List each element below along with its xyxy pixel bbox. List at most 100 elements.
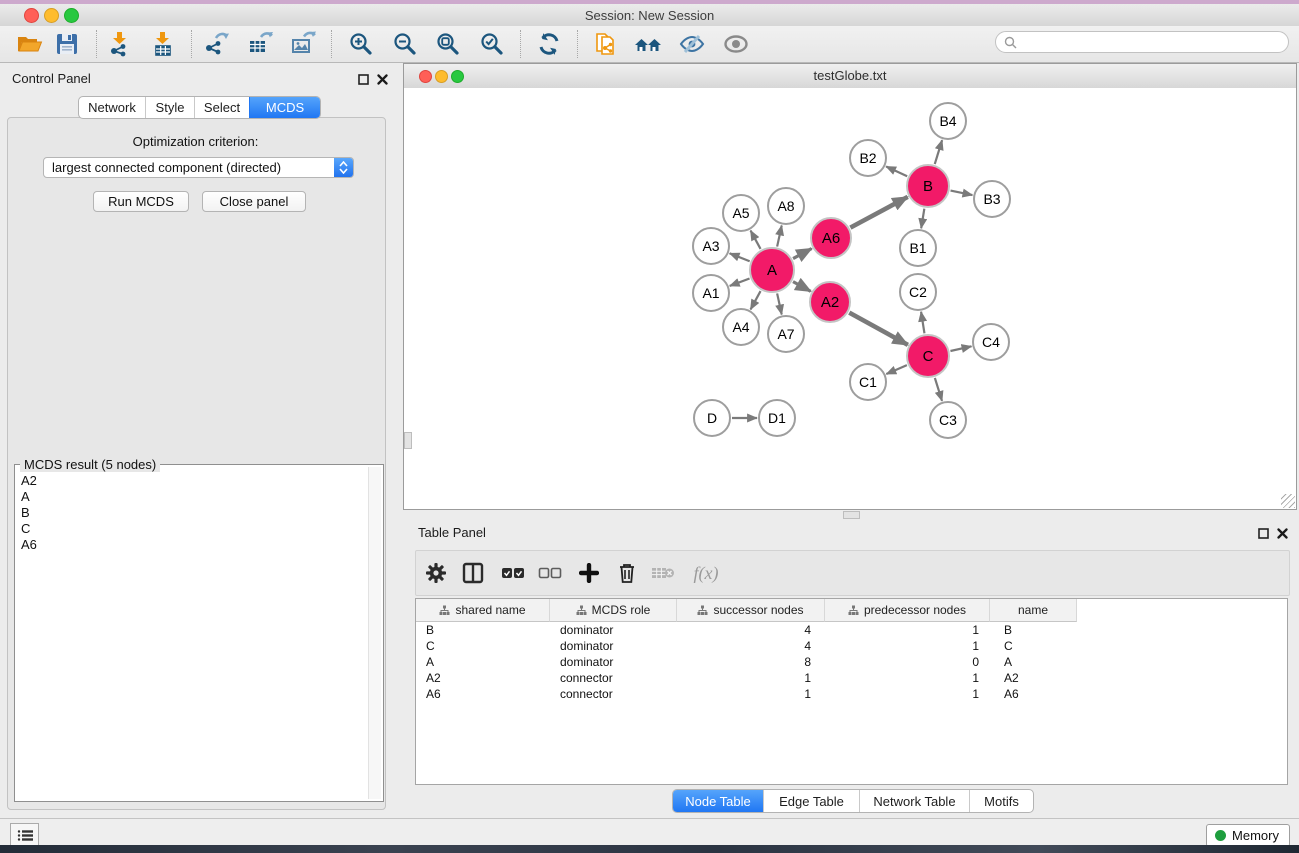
deselect-all-columns-button[interactable] [534,558,566,588]
graph-node-A7[interactable]: A7 [768,316,804,352]
home-layout-button[interactable] [630,29,666,59]
column-header-shared-name[interactable]: shared name [416,599,550,622]
import-table-button[interactable] [145,29,181,59]
zoom-selected-button[interactable] [474,29,510,59]
tab-select[interactable]: Select [194,97,249,118]
graph-node-A3[interactable]: A3 [693,228,729,264]
edge-A-A5[interactable] [751,231,761,249]
graph-node-C3[interactable]: C3 [930,402,966,438]
edge-B-B1[interactable] [921,209,924,229]
graph-node-A4[interactable]: A4 [723,309,759,345]
search-field[interactable] [995,31,1289,53]
tab-mcds[interactable]: MCDS [249,97,320,118]
import-network-button[interactable] [102,29,138,59]
table-row[interactable]: Cdominator41C [416,638,1287,654]
zoom-in-button[interactable] [343,29,379,59]
graph-node-C[interactable]: C [907,335,949,377]
select-all-columns-button[interactable] [497,558,529,588]
edge-B-B4[interactable] [935,140,942,164]
mcds-result-item[interactable]: B [18,505,367,521]
graph-node-A[interactable]: A [750,248,794,292]
edge-A-A4[interactable] [751,291,761,309]
graph-node-A8[interactable]: A8 [768,188,804,224]
new-network-from-file-button[interactable] [589,29,625,59]
add-column-button[interactable] [573,558,605,588]
refresh-view-button[interactable] [531,29,567,59]
edge-C-C3[interactable] [935,378,942,401]
show-task-history-button[interactable] [10,823,39,847]
tab-style[interactable]: Style [145,97,194,118]
network-graph[interactable]: B4 B2 B B3 A5A8A6 A3 B1 A A1 C2 A2 A4A7 C4 C C1 C3 D D1 [404,88,1296,509]
tab-node-table[interactable]: Node Table [673,790,763,812]
close-table-panel-button[interactable] [1275,526,1289,540]
column-header-name[interactable]: name [990,599,1077,622]
memory-status-button[interactable]: Memory [1206,824,1290,847]
graph-node-A2[interactable]: A2 [810,282,850,322]
mcds-result-item[interactable]: A [18,489,367,505]
tab-network[interactable]: Network [79,97,145,118]
save-session-button[interactable] [49,29,85,59]
graph-node-D[interactable]: D [694,400,730,436]
bottom-edge-handle[interactable] [843,511,860,519]
mcds-result-item[interactable]: A2 [18,473,367,489]
edge-A-A6[interactable] [793,248,812,258]
edge-C-C2[interactable] [921,312,924,334]
tab-edge-table[interactable]: Edge Table [763,790,859,812]
search-input[interactable] [1021,34,1288,50]
graph-node-A6[interactable]: A6 [811,218,851,258]
column-header-predecessor-nodes[interactable]: predecessor nodes [825,599,990,622]
export-image-button[interactable] [285,29,321,59]
window-resize-grip[interactable] [1281,494,1295,508]
graph-node-A1[interactable]: A1 [693,275,729,311]
edge-A-A8[interactable] [777,226,782,247]
graph-node-C1[interactable]: C1 [850,364,886,400]
tab-network-table[interactable]: Network Table [859,790,969,812]
graph-node-C4[interactable]: C4 [973,324,1009,360]
graph-node-D1[interactable]: D1 [759,400,795,436]
graph-node-B4[interactable]: B4 [930,103,966,139]
function-builder-button[interactable]: f(x) [684,558,728,588]
hide-graphics-details-button[interactable] [674,29,710,59]
show-panel-button[interactable] [718,29,754,59]
network-window-titlebar[interactable]: testGlobe.txt [404,64,1296,89]
edge-A6-B[interactable] [850,197,907,228]
table-row[interactable]: Bdominator41B [416,622,1287,638]
edge-A-A3[interactable] [730,253,750,261]
delete-column-button[interactable] [611,558,643,588]
table-row[interactable]: Adominator80A [416,654,1287,670]
export-network-button[interactable] [198,29,234,59]
edge-A-A1[interactable] [730,278,750,285]
open-session-button[interactable] [11,29,47,59]
table-settings-button[interactable] [420,558,452,588]
run-mcds-button[interactable]: Run MCDS [93,191,189,212]
mcds-result-item[interactable]: A6 [18,537,367,553]
edge-B-B2[interactable] [886,166,907,176]
tab-motifs[interactable]: Motifs [969,790,1033,812]
close-mcds-panel-button[interactable]: Close panel [202,191,306,212]
graph-node-B[interactable]: B [907,165,949,207]
graph-node-C2[interactable]: C2 [900,274,936,310]
graph-node-B1[interactable]: B1 [900,230,936,266]
zoom-out-button[interactable] [387,29,423,59]
graph-node-B3[interactable]: B3 [974,181,1010,217]
graph-node-B2[interactable]: B2 [850,140,886,176]
table-row[interactable]: A2connector11A2 [416,670,1287,686]
edge-C-C1[interactable] [886,365,907,374]
column-header-successor-nodes[interactable]: successor nodes [677,599,825,622]
edge-A2-C[interactable] [849,313,908,345]
network-canvas[interactable]: B4 B2 B B3 A5A8A6 A3 B1 A A1 C2 A2 A4A7 C4 C C1 C3 D D1 [404,88,1296,509]
float-table-panel-button[interactable] [1256,526,1270,540]
edge-A-A7[interactable] [777,293,782,314]
graph-node-A5[interactable]: A5 [723,195,759,231]
close-panel-button[interactable] [375,72,389,86]
export-table-button[interactable] [242,29,278,59]
optimization-criterion-dropdown[interactable]: largest connected component (directed) [43,157,354,178]
edge-A-A2[interactable] [793,282,811,292]
left-edge-handle[interactable] [404,432,412,449]
edge-C-C4[interactable] [950,346,971,351]
edge-B-B3[interactable] [951,191,973,195]
table-row[interactable]: A6connector11A6 [416,686,1287,702]
float-panel-button[interactable] [356,72,370,86]
mcds-result-item[interactable]: C [18,521,367,537]
zoom-fit-button[interactable] [430,29,466,59]
